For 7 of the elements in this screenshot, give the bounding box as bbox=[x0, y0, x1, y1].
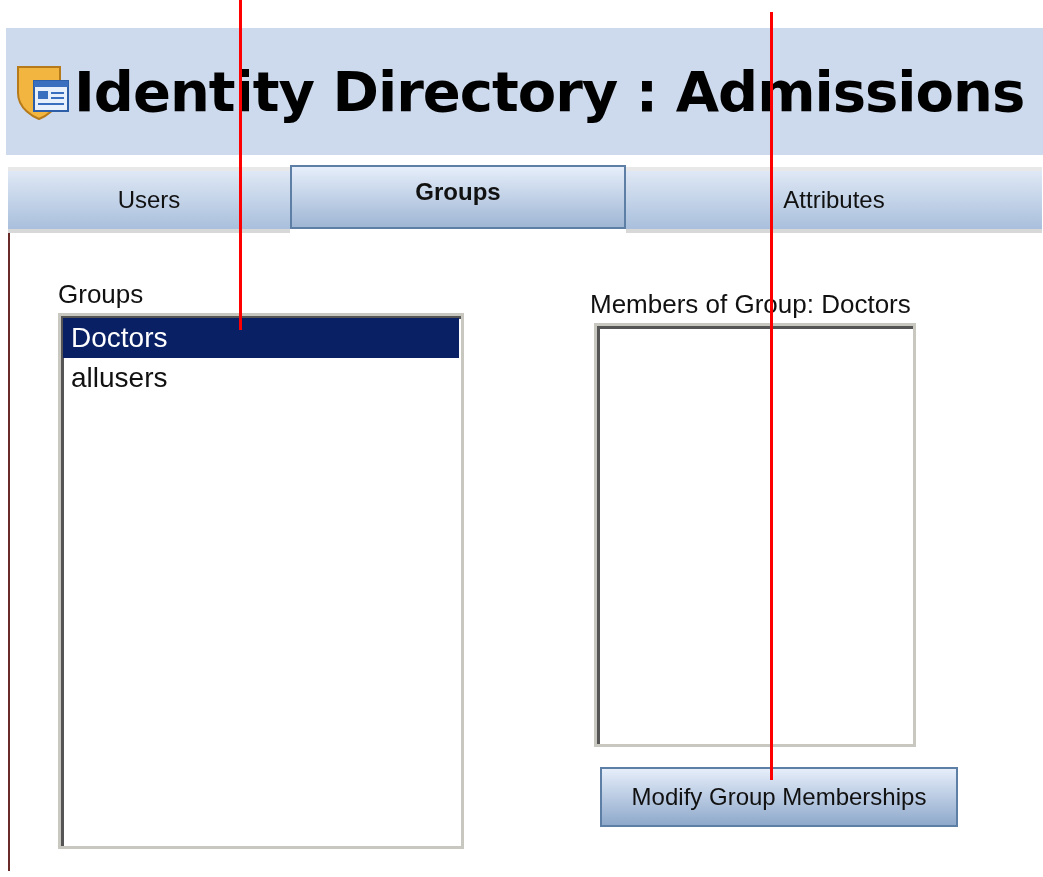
tab[interactable]: Groups bbox=[290, 165, 626, 229]
modify-memberships-button[interactable]: Modify Group Memberships bbox=[600, 767, 958, 827]
groups-label: Groups bbox=[58, 279, 145, 309]
members-listbox[interactable] bbox=[594, 323, 916, 747]
groups-listbox[interactable]: Doctors allusers bbox=[58, 313, 464, 849]
group-list-item[interactable]: allusers bbox=[63, 358, 459, 398]
group-list-item[interactable]: Doctors bbox=[63, 318, 459, 358]
